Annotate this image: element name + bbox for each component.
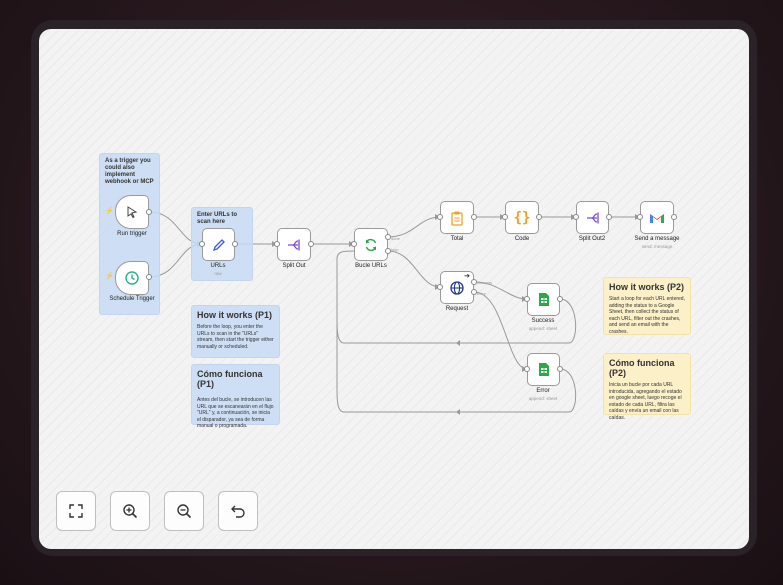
- gmail-icon: [650, 213, 664, 223]
- success-output-port[interactable]: [557, 296, 563, 302]
- sticky-p1-en-body: Before the loop, you enter the URLs to s…: [197, 324, 274, 350]
- zoom-out-button[interactable]: [164, 491, 204, 531]
- code-braces-icon: {}: [513, 209, 531, 226]
- split-out-output-port[interactable]: [308, 241, 314, 247]
- workflow-canvas[interactable]: As a trigger you could also implement we…: [39, 29, 749, 549]
- sticky-p2-es-title: Cómo funciona (P2): [609, 358, 675, 378]
- split-out2-input-port[interactable]: [573, 214, 579, 220]
- send-message-label: Send a message: [634, 236, 680, 242]
- sticky-p2-es-body: Inicia un bucle por cada URL introducida…: [609, 382, 682, 421]
- split-out-label: Split Out: [282, 263, 306, 269]
- node-error[interactable]: [527, 353, 560, 386]
- zoom-in-button[interactable]: [110, 491, 150, 531]
- bucle-done-label: done: [391, 236, 400, 241]
- urls-output-port[interactable]: [232, 241, 238, 247]
- schedule-trigger-label: Schedule Trigger: [109, 296, 155, 302]
- sticky-p2-en-body: Start a loop for each URL entered, addin…: [609, 296, 685, 335]
- clock-icon: [125, 271, 139, 285]
- node-total[interactable]: [440, 201, 474, 234]
- total-input-port[interactable]: [437, 214, 443, 220]
- node-request[interactable]: ➔: [440, 271, 474, 304]
- request-label: Request: [445, 306, 469, 312]
- error-sublabel: append: sheet: [528, 396, 558, 401]
- send-message-output-port[interactable]: [671, 214, 677, 220]
- request-error-output-label: Error: [477, 291, 486, 296]
- code-output-port[interactable]: [536, 214, 542, 220]
- google-sheets-icon: [538, 363, 549, 376]
- node-success[interactable]: [527, 283, 560, 316]
- split-out2-output-port[interactable]: [606, 214, 612, 220]
- cursor-icon: [127, 206, 138, 219]
- sticky-p2-en-title: How it works (P2): [609, 282, 685, 292]
- node-schedule-trigger[interactable]: [115, 261, 149, 295]
- google-sheets-icon: [538, 293, 549, 306]
- undo-icon: [231, 505, 245, 518]
- bucle-urls-label: Bucle URLs: [355, 263, 387, 269]
- node-urls[interactable]: [202, 228, 235, 261]
- node-split-out2[interactable]: [576, 201, 609, 234]
- sticky-p1-es-title: Cómo funciona (P1): [197, 369, 263, 389]
- sticky-trigger-note-text: As a trigger you could also implement we…: [105, 158, 154, 185]
- node-code[interactable]: {}: [505, 201, 539, 234]
- code-label: Code: [514, 236, 530, 242]
- bucle-input-port[interactable]: [351, 241, 357, 247]
- schedule-bolt-icon: ⚡: [105, 273, 114, 280]
- sticky-enter-urls-text: Enter URLs to scan here: [197, 212, 238, 225]
- pencil-icon: [212, 238, 225, 251]
- run-trigger-output-port[interactable]: [146, 209, 152, 215]
- split-icon: [288, 239, 300, 250]
- error-output-port[interactable]: [557, 366, 563, 372]
- run-trigger-label: Run trigger: [117, 231, 147, 237]
- zoom-in-icon: [123, 504, 138, 519]
- split-icon: [586, 212, 599, 223]
- arrow-right-icon: ➔: [464, 273, 470, 280]
- send-message-sublabel: send: message: [641, 244, 673, 249]
- node-bucle-urls[interactable]: [354, 228, 388, 261]
- sticky-p1-en-title: How it works (P1): [197, 310, 273, 320]
- urls-sublabel: raw: [214, 271, 222, 276]
- send-message-input-port[interactable]: [637, 214, 643, 220]
- schedule-output-port[interactable]: [146, 274, 152, 280]
- bucle-loop-label: loop: [391, 247, 399, 252]
- node-send-message[interactable]: [640, 201, 674, 234]
- clipboard-icon: [451, 211, 463, 226]
- sticky-p1-en[interactable]: How it works (P1) Before the loop, you e…: [191, 305, 280, 358]
- split-out-input-port[interactable]: [274, 241, 280, 247]
- sticky-p2-en[interactable]: How it works (P2) Start a loop for each …: [603, 277, 691, 335]
- fit-view-button[interactable]: [56, 491, 96, 531]
- undo-button[interactable]: [218, 491, 258, 531]
- node-split-out[interactable]: [277, 228, 311, 261]
- sticky-p1-es-body: Antes del bucle, se introducen las URL q…: [197, 397, 274, 429]
- urls-label: URLs: [210, 263, 226, 269]
- loop-icon: [365, 238, 377, 251]
- success-sublabel: append: sheet: [528, 326, 558, 331]
- request-success-output-label: Success: [477, 280, 493, 285]
- code-input-port[interactable]: [502, 214, 508, 220]
- urls-input-port[interactable]: [199, 241, 205, 247]
- error-input-port[interactable]: [524, 366, 530, 372]
- node-run-trigger[interactable]: [115, 195, 149, 229]
- globe-icon: [450, 280, 464, 295]
- fullscreen-icon: [69, 504, 83, 518]
- trigger-bolt-icon: ⚡: [105, 208, 114, 215]
- sticky-p1-es[interactable]: Cómo funciona (P1) Antes del bucle, se i…: [191, 364, 280, 429]
- error-label: Error: [536, 388, 550, 394]
- zoom-out-icon: [177, 504, 192, 519]
- total-output-port[interactable]: [471, 214, 477, 220]
- success-label: Success: [531, 318, 555, 324]
- request-input-port[interactable]: [437, 284, 443, 290]
- success-input-port[interactable]: [524, 296, 530, 302]
- sticky-p2-es[interactable]: Cómo funciona (P2) Inicia un bucle por c…: [603, 353, 691, 421]
